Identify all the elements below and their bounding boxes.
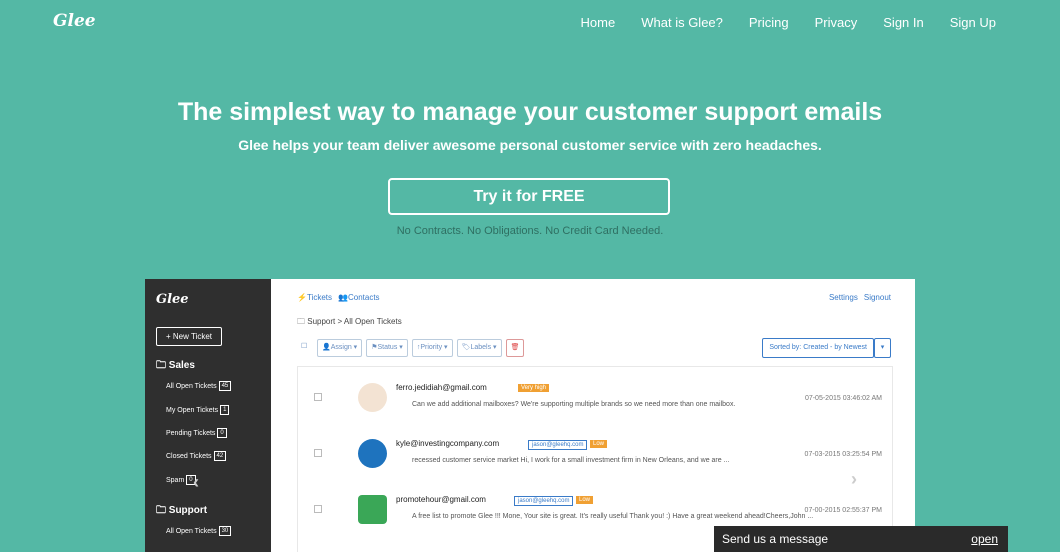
new-ticket-button[interactable]: + New Ticket: [156, 327, 222, 346]
breadcrumb-text: Support > All Open Tickets: [307, 317, 402, 326]
table-row[interactable]: ferro.jedidiah@gmail.com Very high Can w…: [298, 373, 892, 429]
assign-button[interactable]: 👤Assign ▾: [317, 339, 363, 357]
carousel-prev-icon[interactable]: ‹: [193, 472, 199, 493]
chat-label: Send us a message: [722, 532, 829, 546]
avatar: [358, 495, 387, 524]
assign-label: Assign: [330, 344, 352, 351]
assignee-badge: jason@gleehq.com: [514, 496, 574, 506]
ticket-list: ferro.jedidiah@gmail.com Very high Can w…: [297, 366, 893, 552]
priority-badge: Low: [590, 440, 608, 448]
labels-button[interactable]: 🏷Labels ▾: [456, 339, 502, 357]
priority-label: Priority: [420, 344, 443, 351]
avatar: [358, 439, 387, 468]
status-label: Status: [377, 344, 398, 351]
ticket-date: 07-05-2015 03:46:02 AM: [804, 395, 882, 402]
count-badge: 1: [220, 405, 230, 415]
nav-link-pricing[interactable]: Pricing: [749, 15, 789, 30]
hero-title: The simplest way to manage your customer…: [177, 98, 883, 126]
nav-link-home[interactable]: Home: [581, 15, 616, 30]
ticket-date: 07-03-2015 03:25:54 PM: [804, 451, 882, 458]
priority-badge: Low: [576, 496, 594, 504]
nav-link-privacy[interactable]: Privacy: [815, 15, 858, 30]
breadcrumb: 🗀 Support > All Open Tickets: [297, 317, 402, 326]
count-badge: 30: [218, 526, 232, 536]
ticket-date: 07-00-2015 02:55:37 PM: [804, 507, 882, 514]
trash-icon[interactable]: 🗑: [505, 339, 525, 357]
app-top-links: Settings Signout: [829, 293, 891, 302]
tab-contacts-label: Contacts: [347, 293, 380, 302]
tab-contacts[interactable]: 👥Contacts: [338, 293, 380, 302]
signout-link[interactable]: Signout: [864, 293, 891, 302]
chevron-down-icon[interactable]: ▾: [874, 338, 891, 358]
logo[interactable]: Glee: [53, 11, 96, 31]
ticket-toolbar: ☐ 👤Assign ▾ ⚑Status ▾ ↑Priority ▾ 🏷Label…: [297, 339, 525, 357]
count-badge: 45: [218, 381, 232, 391]
section-sales: 🗀 Sales: [156, 360, 195, 371]
section-support-title: Support: [168, 505, 208, 516]
sidebar-item-label: Closed Tickets: [166, 452, 212, 460]
row-checkbox[interactable]: [314, 449, 322, 457]
priority-badge: Very high: [518, 384, 550, 392]
ticket-email: ferro.jedidiah@gmail.com: [396, 383, 487, 392]
sidebar-item-support-all-open[interactable]: All Open Tickets 30: [166, 526, 232, 536]
app-tabs: ⚡Tickets 👥Contacts: [297, 293, 380, 302]
priority-button[interactable]: ↑Priority ▾: [411, 339, 453, 357]
ticket-email: kyle@investingcompany.com: [396, 439, 500, 448]
try-free-button[interactable]: Try it for FREE: [388, 178, 670, 215]
status-button[interactable]: ⚑Status ▾: [366, 339, 408, 357]
sidebar-item-all-open[interactable]: All Open Tickets 45: [166, 381, 232, 391]
count-badge: 0: [217, 428, 227, 438]
sort-dropdown[interactable]: Sorted by: Created - by Newest: [762, 338, 874, 358]
sidebar-item-label: All Open Tickets: [166, 382, 217, 390]
row-checkbox[interactable]: [314, 393, 322, 401]
sidebar-item-label: My Open Tickets: [166, 406, 219, 414]
top-nav: Glee Home What is Glee? Pricing Privacy …: [0, 0, 1060, 44]
settings-link[interactable]: Settings: [829, 293, 858, 302]
app-main: ⚡Tickets 👥Contacts Settings Signout 🗀 Su…: [271, 279, 915, 552]
ticket-subject: A free list to promote Glee !!! Mone, Yo…: [412, 513, 814, 520]
sidebar-item-label: Spam: [166, 476, 185, 484]
nav-links: Home What is Glee? Pricing Privacy Sign …: [581, 15, 996, 30]
cta-note: No Contracts. No Obligations. No Credit …: [396, 225, 664, 237]
select-all-checkbox[interactable]: ☐: [297, 339, 313, 355]
count-badge: 42: [213, 451, 227, 461]
app-screenshot: Glee + New Ticket 🗀 Sales All Open Ticke…: [145, 279, 915, 552]
chat-open-link[interactable]: open: [971, 532, 998, 546]
assignee-badge: jason@gleehq.com: [528, 440, 588, 450]
app-sidebar: Glee + New Ticket 🗀 Sales All Open Ticke…: [145, 279, 271, 552]
nav-link-what-is-glee[interactable]: What is Glee?: [641, 15, 723, 30]
nav-link-sign-up[interactable]: Sign Up: [950, 15, 996, 30]
table-row[interactable]: kyle@investingcompany.com jason@gleehq.c…: [298, 429, 892, 485]
app-logo: Glee: [156, 292, 189, 307]
sidebar-item-label: All Open Tickets: [166, 527, 217, 535]
section-support: 🗀 Support: [156, 505, 208, 516]
sidebar-item-closed[interactable]: Closed Tickets 42: [166, 451, 227, 461]
sidebar-item-pending[interactable]: Pending Tickets 0: [166, 428, 227, 438]
ticket-subject: Can we add additional mailboxes? We're s…: [412, 401, 736, 408]
row-checkbox[interactable]: [314, 505, 322, 513]
ticket-email: promotehour@gmail.com: [396, 495, 486, 504]
avatar: [358, 383, 387, 412]
tab-tickets-label: Tickets: [306, 293, 333, 302]
tab-tickets[interactable]: ⚡Tickets: [297, 293, 332, 302]
ticket-subject: recessed customer service market Hi, I w…: [412, 457, 730, 464]
sidebar-item-label: Pending Tickets: [166, 429, 216, 437]
nav-link-sign-in[interactable]: Sign In: [883, 15, 923, 30]
section-sales-title: Sales: [168, 360, 195, 371]
chat-widget[interactable]: Send us a message open: [714, 526, 1008, 552]
hero-subtitle: Glee helps your team deliver awesome per…: [238, 137, 822, 153]
sidebar-item-my-open[interactable]: My Open Tickets 1: [166, 405, 230, 415]
labels-label: Labels: [470, 344, 492, 351]
carousel-next-icon[interactable]: ›: [851, 469, 857, 490]
sidebar-item-spam[interactable]: Spam 0: [166, 475, 196, 485]
